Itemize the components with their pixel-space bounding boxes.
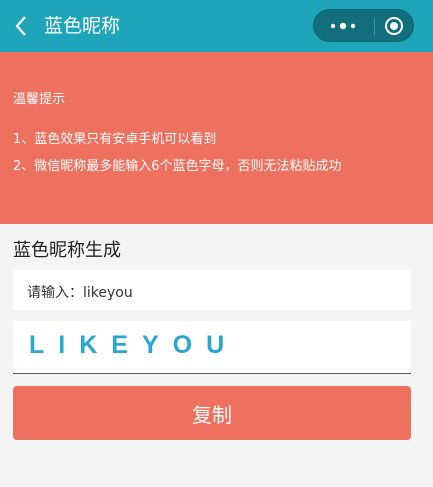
input-value: likeyou	[83, 285, 133, 301]
more-dots-icon[interactable]	[328, 19, 358, 33]
blue-nickname-output: LIKEYOU	[29, 331, 239, 359]
input-label: 请输入：	[27, 285, 83, 301]
notice-line-2: 2、微信昵称最多能输入6个蓝色字母，否则无法粘贴成功	[13, 159, 342, 174]
page-title: 蓝色昵称	[44, 15, 121, 37]
back-button[interactable]	[10, 13, 32, 39]
input-content: 请输入：likeyou	[27, 282, 133, 302]
mini-program-capsule	[313, 9, 414, 42]
generator-section: 蓝色昵称生成 请输入：likeyou LIKEYOU 复制	[0, 224, 433, 487]
target-close-icon[interactable]	[384, 16, 404, 36]
chevron-left-icon	[15, 16, 26, 36]
notice-line-1: 1、蓝色效果只有安卓手机可以看到	[13, 132, 217, 147]
capsule-divider	[374, 18, 375, 35]
nickname-input[interactable]: 请输入：likeyou	[13, 270, 411, 310]
output-box[interactable]: LIKEYOU	[13, 321, 411, 374]
section-title: 蓝色昵称生成	[13, 240, 121, 261]
notice-panel: 温馨提示 1、蓝色效果只有安卓手机可以看到 2、微信昵称最多能输入6个蓝色字母，…	[0, 52, 433, 224]
copy-button[interactable]: 复制	[13, 386, 411, 440]
navigation-bar: 蓝色昵称	[0, 0, 433, 52]
notice-title: 温馨提示	[13, 92, 66, 107]
